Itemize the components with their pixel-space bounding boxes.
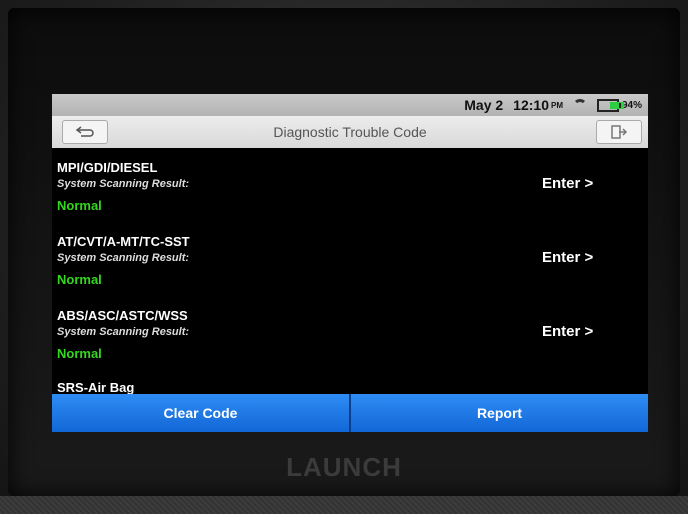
footer-bar: Clear Code Report <box>52 394 648 432</box>
scan-result-label: System Scanning Result: <box>57 178 190 190</box>
device-screen: May 2 12:10 PM 94% Diagnostic Trouble Co… <box>52 94 648 432</box>
battery-percent: 94% <box>621 99 642 111</box>
status-badge: Normal <box>57 272 102 287</box>
status-date: May 2 <box>464 97 504 113</box>
list-item[interactable]: ABS/ASC/ASTC/WSS System Scanning Result:… <box>52 296 648 370</box>
page-title: Diagnostic Trouble Code <box>273 124 427 140</box>
system-name: SRS-Air Bag <box>57 380 135 395</box>
back-arrow-icon <box>75 126 94 137</box>
exit-button[interactable] <box>596 120 642 144</box>
system-name: AT/CVT/A-MT/TC-SST <box>57 234 190 249</box>
status-bar: May 2 12:10 PM 94% <box>52 94 648 116</box>
system-list: MPI/GDI/DIESEL System Scanning Result: N… <box>52 148 648 395</box>
wifi-icon <box>572 99 587 111</box>
status-badge: Normal <box>57 346 102 361</box>
surface-strip <box>0 496 688 514</box>
scan-result-label: System Scanning Result: <box>57 252 190 264</box>
exit-icon <box>611 125 628 139</box>
status-ampm: PM <box>550 100 563 110</box>
system-name: MPI/GDI/DIESEL <box>57 160 158 175</box>
status-badge: Normal <box>57 198 102 213</box>
system-name: ABS/ASC/ASTC/WSS <box>57 308 188 323</box>
scan-result-label: System Scanning Result: <box>57 326 190 338</box>
enter-button[interactable]: Enter > <box>542 175 593 192</box>
report-button[interactable]: Report <box>351 394 648 432</box>
back-button[interactable] <box>62 120 108 144</box>
battery-icon <box>596 98 624 112</box>
list-item[interactable]: MPI/GDI/DIESEL System Scanning Result: N… <box>52 148 648 222</box>
list-item[interactable]: AT/CVT/A-MT/TC-SST System Scanning Resul… <box>52 222 648 296</box>
brand-logo: LAUNCH <box>286 452 402 482</box>
clear-code-button[interactable]: Clear Code <box>52 394 349 432</box>
enter-button[interactable]: Enter > <box>542 249 593 266</box>
enter-button[interactable]: Enter > <box>542 323 593 340</box>
title-bar: Diagnostic Trouble Code <box>52 116 648 148</box>
status-time: 12:10 <box>513 97 549 113</box>
